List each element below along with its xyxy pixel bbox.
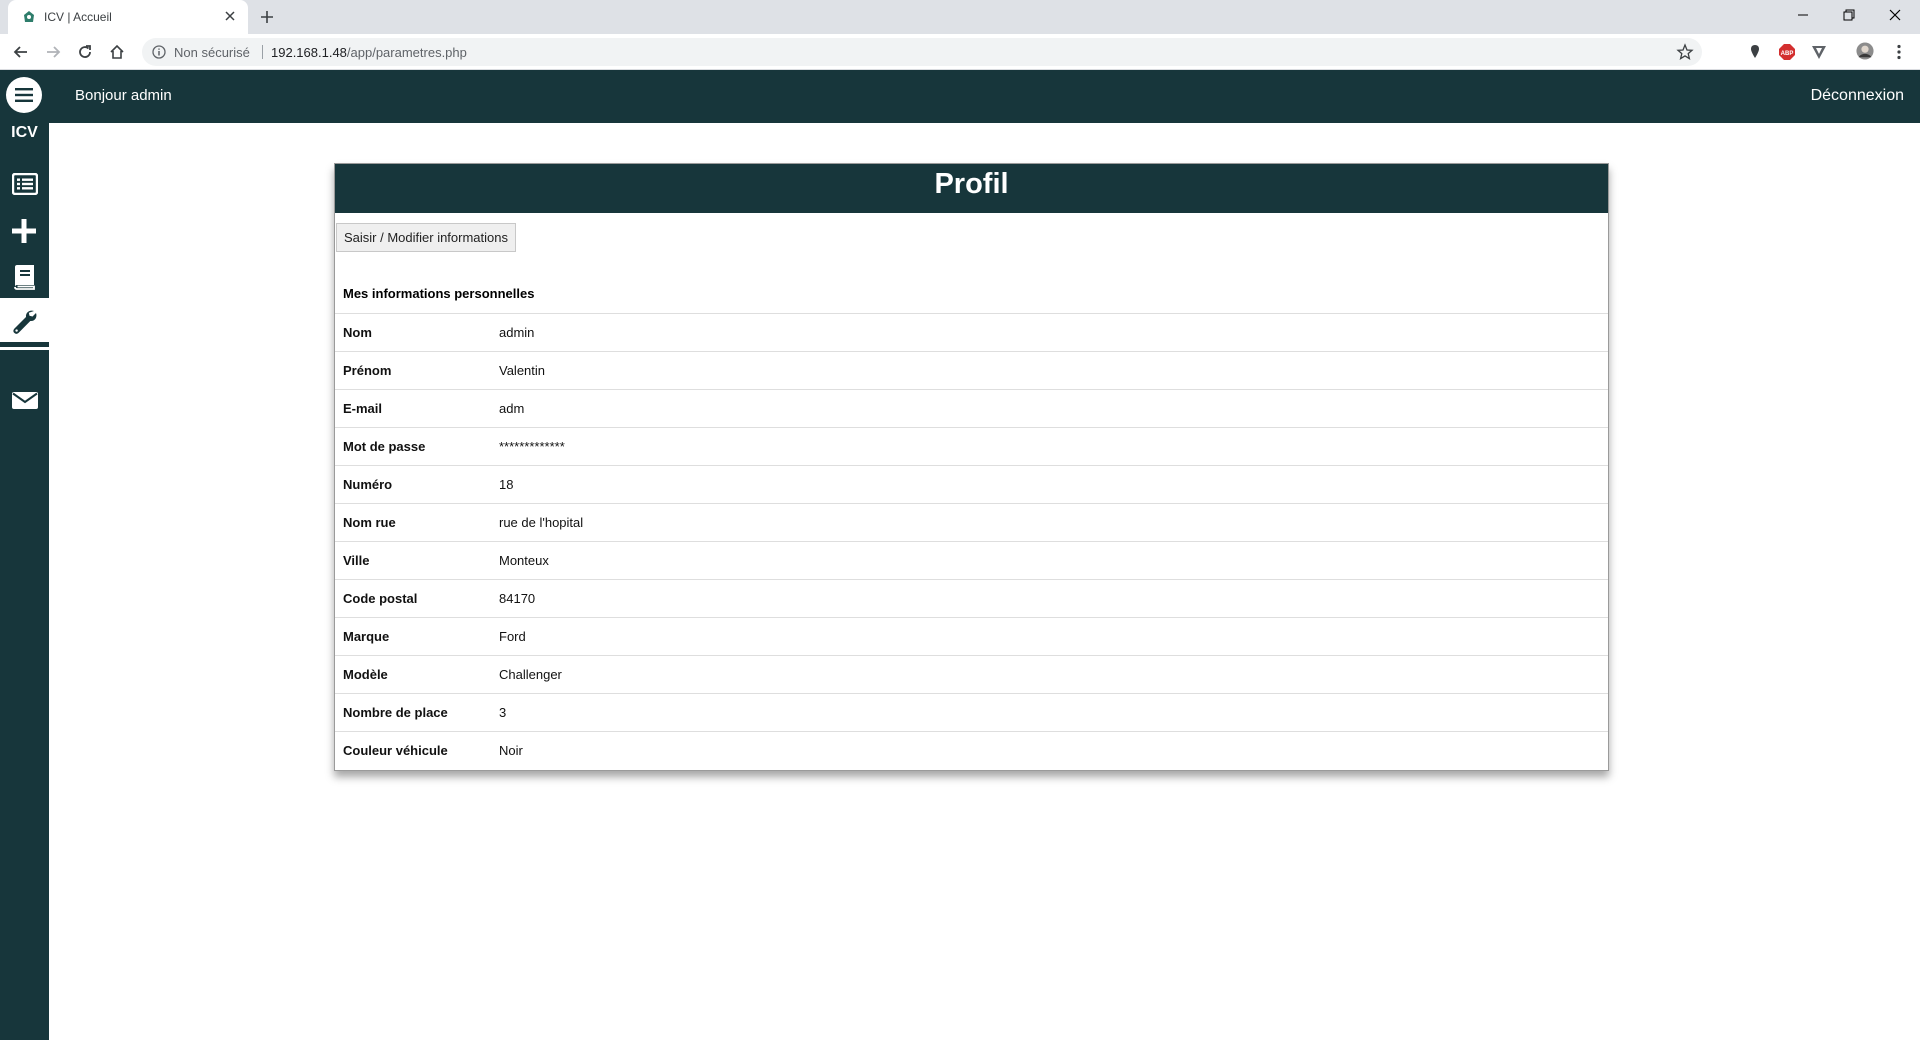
browser-menu-icon[interactable]: [1890, 43, 1908, 61]
logout-link[interactable]: Déconnexion: [1811, 87, 1904, 105]
table-row: Prénom Valentin: [335, 351, 1608, 390]
wrench-icon: [13, 310, 37, 334]
row-label: Numéro: [335, 465, 499, 504]
book-icon: [14, 265, 35, 290]
profile-avatar-icon[interactable]: [1856, 42, 1874, 60]
table-row: Ville Monteux: [335, 541, 1608, 580]
url-path: /app/parametres.php: [346, 45, 467, 60]
row-value: *************: [499, 427, 1608, 466]
table-row: Code postal 84170: [335, 579, 1608, 618]
row-value: 18: [499, 465, 1608, 504]
envelope-icon: [12, 392, 38, 409]
forward-arrow-icon[interactable]: [44, 43, 62, 61]
table-row: Couleur véhicule Noir: [335, 731, 1608, 769]
hamburger-menu-icon: [15, 88, 33, 102]
table-row: E-mail adm: [335, 389, 1608, 428]
minimize-icon: [1798, 14, 1808, 16]
sidebar-item-list[interactable]: [0, 162, 49, 206]
row-label: Nombre de place: [335, 693, 499, 732]
table-row: Modèle Challenger: [335, 655, 1608, 694]
sidebar-menu-button[interactable]: [6, 77, 42, 113]
svg-text:ABP: ABP: [1781, 51, 1794, 57]
row-value: Challenger: [499, 655, 1608, 694]
home-icon[interactable]: [108, 43, 126, 61]
row-value: Ford: [499, 617, 1608, 656]
close-window-button[interactable]: [1872, 0, 1918, 30]
site-favicon-icon: [24, 11, 34, 22]
row-value: admin: [499, 313, 1608, 352]
address-bar[interactable]: Non sécurisé 192.168.1.48/app/parametres…: [142, 38, 1702, 66]
profile-card: Profil Saisir / Modifier informations Me…: [334, 163, 1609, 771]
table-row: Numéro 18: [335, 465, 1608, 504]
row-label: Couleur véhicule: [335, 731, 499, 769]
row-label: Code postal: [335, 579, 499, 618]
sidebar-item-book[interactable]: [0, 253, 49, 297]
edit-profile-button[interactable]: Saisir / Modifier informations: [336, 223, 516, 252]
sidebar-item-settings[interactable]: [0, 298, 49, 342]
bookmark-star-icon[interactable]: [1676, 43, 1694, 61]
row-value: Valentin: [499, 351, 1608, 390]
close-window-icon: [1889, 9, 1901, 21]
table-row: Nom rue rue de l'hopital: [335, 503, 1608, 542]
app-header: Bonjour admin Déconnexion: [49, 70, 1920, 123]
row-label: Modèle: [335, 655, 499, 694]
location-pin-icon[interactable]: [1746, 43, 1764, 61]
restore-window-button[interactable]: [1826, 0, 1872, 30]
row-label: Ville: [335, 541, 499, 580]
section-title: Mes informations personnelles: [343, 286, 535, 301]
row-value: adm: [499, 389, 1608, 428]
greeting-text: Bonjour admin: [75, 87, 172, 104]
restore-icon: [1843, 9, 1855, 21]
app-brand: ICV: [11, 124, 38, 141]
row-label: Marque: [335, 617, 499, 656]
profile-info-table: Nom admin Prénom Valentin E-mail adm Mot…: [335, 313, 1608, 769]
profile-title: Profil: [335, 164, 1608, 213]
minimize-window-button[interactable]: [1780, 0, 1826, 30]
security-status: Non sécurisé: [174, 45, 250, 60]
row-value: rue de l'hopital: [499, 503, 1608, 542]
table-row: Marque Ford: [335, 617, 1608, 656]
row-value: 3: [499, 693, 1608, 732]
row-value: Monteux: [499, 541, 1608, 580]
row-label: Prénom: [335, 351, 499, 390]
browser-tab[interactable]: ICV | Accueil: [8, 0, 248, 34]
table-row: Nom admin: [335, 313, 1608, 352]
row-label: Nom: [335, 313, 499, 352]
browser-tab-strip: ICV | Accueil: [0, 0, 1920, 34]
row-label: Nom rue: [335, 503, 499, 542]
sidebar-divider: [0, 347, 49, 350]
close-tab-icon[interactable]: [222, 8, 238, 24]
row-value: Noir: [499, 731, 1608, 769]
sidebar-item-messages[interactable]: [0, 379, 49, 423]
row-label: Mot de passe: [335, 427, 499, 466]
browser-toolbar: Non sécurisé 192.168.1.48/app/parametres…: [0, 34, 1920, 70]
tab-title: ICV | Accueil: [44, 10, 112, 24]
back-arrow-icon[interactable]: [12, 43, 30, 61]
omnibox-separator: [262, 45, 263, 59]
list-icon: [12, 173, 38, 195]
new-tab-icon[interactable]: [258, 8, 276, 26]
row-value: 84170: [499, 579, 1608, 618]
sidebar-item-add[interactable]: [0, 208, 49, 252]
row-label: E-mail: [335, 389, 499, 428]
plus-icon: [12, 219, 36, 243]
url-host: 192.168.1.48: [271, 45, 347, 60]
app-sidebar: ICV: [0, 70, 49, 1040]
info-icon[interactable]: [152, 45, 166, 59]
url-text[interactable]: 192.168.1.48/app/parametres.php: [271, 45, 467, 60]
reload-icon[interactable]: [76, 43, 94, 61]
table-row: Nombre de place 3: [335, 693, 1608, 732]
vpn-extension-icon[interactable]: [1810, 43, 1828, 61]
table-row: Mot de passe *************: [335, 427, 1608, 466]
adblock-icon[interactable]: ABP: [1778, 43, 1796, 61]
